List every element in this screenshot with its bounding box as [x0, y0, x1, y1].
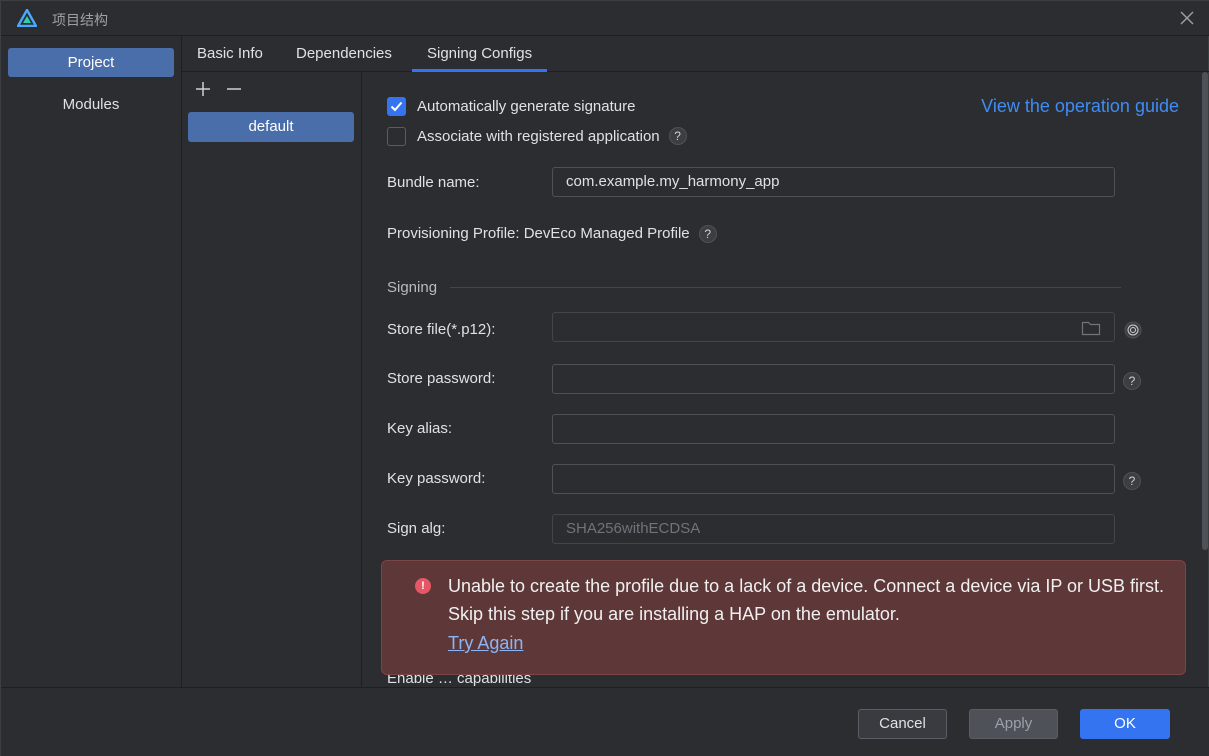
try-again-link[interactable]: Try Again — [448, 633, 523, 654]
error-message: Unable to create the profile due to a la… — [448, 576, 1165, 624]
associate-checkbox[interactable] — [387, 126, 406, 146]
nav-item-modules[interactable]: Modules — [8, 90, 174, 119]
dialog-footer: Cancel Apply OK — [1, 687, 1209, 756]
minus-icon[interactable] — [223, 78, 245, 100]
sign-alg-label: Sign alg: — [387, 520, 446, 537]
associate-row: Associate with registered application ? — [387, 125, 687, 147]
cancel-button[interactable]: Cancel — [858, 709, 947, 739]
title-bar: 项目结构 — [1, 1, 1209, 36]
help-icon[interactable]: ? — [698, 225, 717, 243]
ok-button[interactable]: OK — [1080, 709, 1170, 739]
sign-alg-input: SHA256withECDSA — [552, 514, 1115, 544]
form-scrollbar[interactable] — [1202, 72, 1208, 550]
key-password-label: Key password: — [387, 470, 486, 487]
key-alias-label: Key alias: — [387, 420, 453, 437]
help-icon[interactable]: ? — [668, 127, 687, 145]
auto-generate-row: Automatically generate signature — [387, 95, 635, 117]
auto-generate-label: Automatically generate signature — [417, 97, 636, 115]
signing-configs-list: default — [182, 72, 362, 687]
operation-guide-link[interactable]: View the operation guide — [981, 96, 1179, 117]
close-icon[interactable] — [1178, 9, 1196, 27]
key-password-input[interactable] — [552, 464, 1115, 494]
config-item-default[interactable]: default — [188, 112, 354, 142]
store-password-label: Store password: — [387, 370, 496, 387]
error-icon: ! — [415, 578, 431, 594]
section-divider — [450, 287, 1121, 288]
apply-button[interactable]: Apply — [969, 709, 1058, 739]
store-file-input[interactable] — [552, 312, 1115, 342]
tab-bar: Basic Info Dependencies Signing Configs — [182, 36, 1209, 72]
help-icon[interactable]: ? — [1123, 372, 1141, 390]
provisioning-profile-label: Provisioning Profile: DevEco Managed Pro… — [387, 225, 717, 243]
store-file-label: Store file(*.p12): — [387, 321, 496, 338]
tab-dependencies[interactable]: Dependencies — [281, 36, 407, 72]
error-notification: ! Unable to create the profile due to a … — [381, 560, 1186, 675]
project-structure-dialog: 项目结构 Project Modules Basic Info Dependen… — [0, 0, 1209, 756]
signing-section-title: Signing — [387, 279, 438, 296]
provisioning-profile-text: Provisioning Profile: DevEco Managed Pro… — [387, 225, 690, 242]
store-password-input[interactable] — [552, 364, 1115, 394]
tab-basic-info[interactable]: Basic Info — [182, 36, 278, 72]
plus-icon[interactable] — [192, 78, 214, 100]
bundle-name-label: Bundle name: — [387, 174, 480, 191]
window-title: 项目结构 — [52, 13, 108, 29]
fingerprint-icon[interactable] — [1124, 321, 1142, 339]
deveco-logo-icon — [17, 9, 37, 27]
auto-generate-checkbox[interactable] — [387, 96, 406, 116]
folder-icon[interactable] — [1081, 320, 1101, 336]
key-alias-input[interactable] — [552, 414, 1115, 444]
help-icon[interactable]: ? — [1123, 472, 1141, 490]
tab-signing-configs[interactable]: Signing Configs — [412, 36, 548, 72]
left-nav: Project Modules — [1, 36, 182, 687]
associate-label: Associate with registered application — [417, 127, 660, 145]
nav-item-project[interactable]: Project — [8, 48, 174, 77]
bundle-name-input[interactable]: com.example.my_harmony_app — [552, 167, 1115, 197]
